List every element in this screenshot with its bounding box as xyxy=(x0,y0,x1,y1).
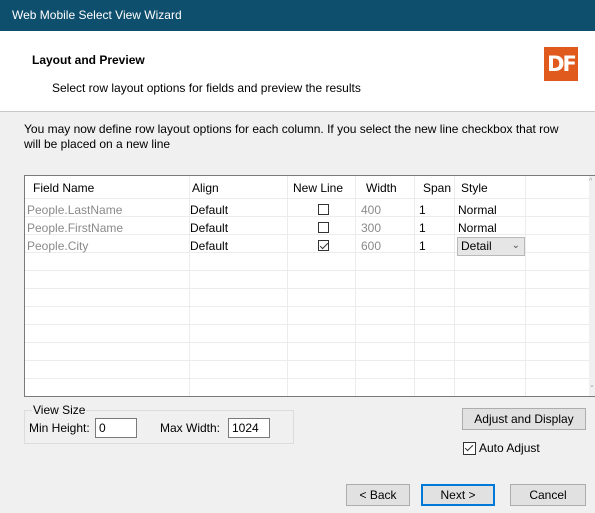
new-line-checkbox[interactable] xyxy=(318,222,329,233)
window-title: Web Mobile Select View Wizard xyxy=(12,8,182,22)
scroll-down-icon[interactable]: ⌄ xyxy=(589,381,595,389)
align-cell[interactable]: Default xyxy=(190,219,228,237)
chevron-down-icon[interactable]: ⌄ xyxy=(512,238,520,253)
table-row[interactable]: People.FirstName Default 300 1 Normal xyxy=(25,219,595,237)
auto-adjust-checkbox[interactable] xyxy=(463,442,476,455)
title-bar: Web Mobile Select View Wizard xyxy=(0,0,595,31)
align-cell[interactable]: Default xyxy=(190,237,228,255)
grid-scrollbar[interactable]: ^ ⌄ xyxy=(589,176,595,396)
dataflex-logo: DF xyxy=(544,47,578,81)
column-header-new-line[interactable]: New Line xyxy=(293,176,343,198)
min-height-input[interactable] xyxy=(95,418,137,438)
field-name-cell: People.LastName xyxy=(27,203,123,217)
column-header-style[interactable]: Style xyxy=(461,176,488,198)
style-dropdown[interactable]: Detail ⌄ xyxy=(457,237,525,256)
style-cell[interactable]: Normal xyxy=(458,219,497,237)
next-button[interactable]: Next > xyxy=(421,484,495,506)
width-cell[interactable]: 300 xyxy=(361,219,381,237)
table-row[interactable]: People.LastName Default 400 1 Normal xyxy=(25,201,595,219)
column-header-align[interactable]: Align xyxy=(192,176,219,198)
page-subtitle: Select row layout options for fields and… xyxy=(52,81,361,95)
max-width-input[interactable] xyxy=(228,418,270,438)
scroll-up-icon[interactable]: ^ xyxy=(589,178,592,185)
column-header-field-name[interactable]: Field Name xyxy=(33,176,94,198)
align-cell[interactable]: Default xyxy=(190,201,228,219)
table-row[interactable]: People.City Default 600 1 Detail ⌄ xyxy=(25,237,595,256)
new-line-checkbox[interactable] xyxy=(318,204,329,215)
span-cell[interactable]: 1 xyxy=(419,237,426,255)
page-title: Layout and Preview xyxy=(32,53,145,67)
field-name-cell: People.City xyxy=(27,239,89,253)
cancel-button[interactable]: Cancel xyxy=(510,484,586,506)
layout-grid[interactable]: Field Name Align New Line Width Span Sty… xyxy=(24,175,595,397)
width-cell[interactable]: 600 xyxy=(361,237,381,255)
span-cell[interactable]: 1 xyxy=(419,219,426,237)
min-height-label: Min Height: xyxy=(29,421,90,435)
back-button[interactable]: < Back xyxy=(346,484,410,506)
width-cell[interactable]: 400 xyxy=(361,201,381,219)
max-width-label: Max Width: xyxy=(160,421,221,435)
span-cell[interactable]: 1 xyxy=(419,201,426,219)
style-cell[interactable]: Normal xyxy=(458,201,497,219)
auto-adjust-label[interactable]: Auto Adjust xyxy=(479,441,540,455)
wizard-header: Layout and Preview Select row layout opt… xyxy=(0,31,595,112)
instructions-text: You may now define row layout options fo… xyxy=(24,122,559,151)
grid-header: Field Name Align New Line Width Span Sty… xyxy=(25,176,595,198)
column-header-span[interactable]: Span xyxy=(423,176,451,198)
new-line-checkbox[interactable] xyxy=(318,240,329,251)
field-name-cell: People.FirstName xyxy=(27,221,124,235)
style-dropdown-value: Detail xyxy=(461,239,492,253)
adjust-and-display-button[interactable]: Adjust and Display xyxy=(462,408,586,430)
view-size-label: View Size xyxy=(32,403,87,417)
column-header-width[interactable]: Width xyxy=(366,176,397,198)
